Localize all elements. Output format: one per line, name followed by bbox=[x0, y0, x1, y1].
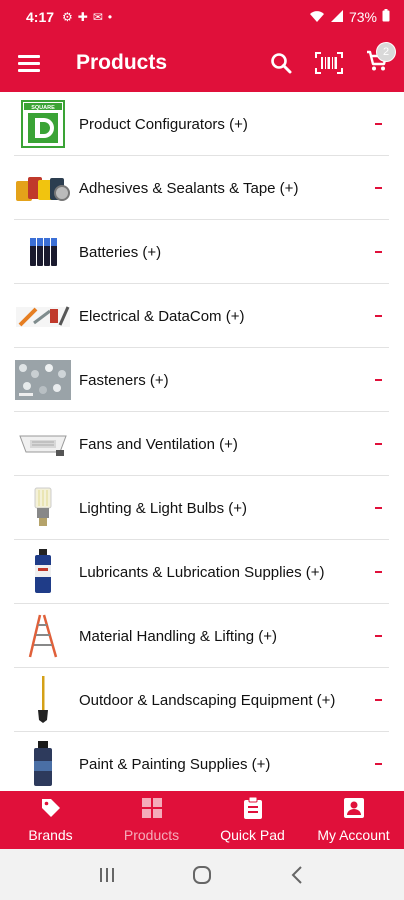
cart-button[interactable]: 2 bbox=[362, 42, 396, 78]
nav-quick-pad-label: Quick Pad bbox=[220, 827, 285, 843]
category-row[interactable]: Lubricants & Lubrication Supplies (+) bbox=[0, 540, 404, 604]
expand-toggle-icon[interactable] bbox=[362, 571, 382, 573]
category-label: Paint & Painting Supplies (+) bbox=[79, 755, 271, 773]
square-d-logo: SQUARE bbox=[15, 99, 71, 149]
recent-apps-icon[interactable] bbox=[87, 855, 127, 895]
notification-icons: ⚙ ✚ ✉ • bbox=[62, 10, 112, 24]
fasteners-image bbox=[15, 355, 71, 405]
nav-quick-pad[interactable]: Quick Pad bbox=[202, 791, 303, 849]
status-time: 4:17 bbox=[26, 9, 55, 25]
signal-icon bbox=[330, 9, 344, 26]
system-navigation-bar bbox=[0, 849, 404, 900]
clipboard-icon bbox=[243, 796, 263, 822]
electrical-tools-image bbox=[15, 291, 71, 341]
category-label: Lighting & Light Bulbs (+) bbox=[79, 499, 248, 517]
nav-my-account[interactable]: My Account bbox=[303, 791, 404, 849]
expand-toggle-icon[interactable] bbox=[362, 443, 382, 445]
category-label: Fasteners (+) bbox=[79, 371, 169, 389]
category-label: Fans and Ventilation (+) bbox=[79, 435, 238, 453]
expand-toggle-icon[interactable] bbox=[362, 635, 382, 637]
battery-icon bbox=[382, 9, 390, 25]
category-label: Adhesives & Sealants & Tape (+) bbox=[79, 179, 299, 197]
nav-brands-label: Brands bbox=[28, 827, 73, 843]
category-row[interactable]: Electrical & DataCom (+) bbox=[0, 284, 404, 348]
tag-icon bbox=[40, 797, 62, 822]
grid-icon bbox=[141, 797, 163, 822]
category-label: Outdoor & Landscaping Equipment (+) bbox=[79, 691, 336, 709]
category-row[interactable]: Lighting & Light Bulbs (+) bbox=[0, 476, 404, 540]
nav-products-label: Products bbox=[123, 827, 180, 843]
shovel-image bbox=[15, 675, 71, 725]
app-bar: Products 2 bbox=[0, 34, 404, 92]
battery-percent: 73% bbox=[348, 9, 377, 25]
wifi-icon bbox=[309, 9, 325, 26]
category-row[interactable]: Paint & Painting Supplies (+) bbox=[0, 732, 404, 791]
category-row[interactable]: Adhesives & Sealants & Tape (+) bbox=[0, 156, 404, 220]
expand-toggle-icon[interactable] bbox=[362, 379, 382, 381]
cart-count-badge: 2 bbox=[376, 42, 396, 62]
status-bar: 4:17 ⚙ ✚ ✉ • 73% bbox=[0, 0, 404, 34]
spray-can-image bbox=[15, 547, 71, 597]
adhesives-tape-image bbox=[15, 163, 71, 213]
page-title: Products bbox=[76, 51, 168, 74]
category-row[interactable]: Fasteners (+) bbox=[0, 348, 404, 412]
expand-toggle-icon[interactable] bbox=[362, 315, 382, 317]
ceiling-fan-image bbox=[15, 419, 71, 469]
expand-toggle-icon[interactable] bbox=[362, 763, 382, 765]
settings-notification-icon: ⚙ bbox=[62, 10, 73, 24]
batteries-image bbox=[15, 227, 71, 277]
expand-toggle-icon[interactable] bbox=[362, 123, 382, 125]
back-icon[interactable] bbox=[277, 855, 317, 895]
nav-products[interactable]: Products bbox=[101, 791, 202, 849]
ladder-image bbox=[15, 611, 71, 661]
hamburger-menu-icon[interactable] bbox=[18, 49, 46, 77]
svg-text:SQUARE: SQUARE bbox=[31, 105, 55, 111]
light-bulb-image bbox=[15, 483, 71, 533]
app-notification-icon: ✚ bbox=[77, 10, 88, 24]
category-label: Material Handling & Lifting (+) bbox=[79, 627, 278, 645]
home-icon[interactable] bbox=[182, 855, 222, 895]
category-row[interactable]: Batteries (+) bbox=[0, 220, 404, 284]
category-label: Product Configurators (+) bbox=[79, 115, 248, 133]
expand-toggle-icon[interactable] bbox=[362, 251, 382, 253]
bottom-navigation: Brands Products Quick Pad My Account bbox=[0, 791, 404, 849]
category-row[interactable]: Outdoor & Landscaping Equipment (+) bbox=[0, 668, 404, 732]
category-label: Batteries (+) bbox=[79, 243, 162, 261]
category-label: Electrical & DataCom (+) bbox=[79, 307, 245, 325]
expand-toggle-icon[interactable] bbox=[362, 507, 382, 509]
spray-paint-image bbox=[15, 739, 71, 789]
nav-my-account-label: My Account bbox=[317, 827, 390, 843]
category-label: Lubricants & Lubrication Supplies (+) bbox=[79, 563, 325, 581]
category-row[interactable]: SQUARE Product Configurators (+) bbox=[0, 92, 404, 156]
mail-notification-icon: ✉ bbox=[92, 10, 103, 24]
category-row[interactable]: Fans and Ventilation (+) bbox=[0, 412, 404, 476]
category-row[interactable]: Material Handling & Lifting (+) bbox=[0, 604, 404, 668]
expand-toggle-icon[interactable] bbox=[362, 699, 382, 701]
expand-toggle-icon[interactable] bbox=[362, 187, 382, 189]
product-category-list: SQUARE Product Configurators (+) Adhesiv… bbox=[0, 92, 404, 791]
nav-brands[interactable]: Brands bbox=[0, 791, 101, 849]
account-icon bbox=[343, 797, 365, 822]
dot-icon: • bbox=[107, 10, 113, 24]
search-icon[interactable] bbox=[266, 48, 296, 78]
barcode-scan-icon[interactable] bbox=[314, 48, 344, 78]
